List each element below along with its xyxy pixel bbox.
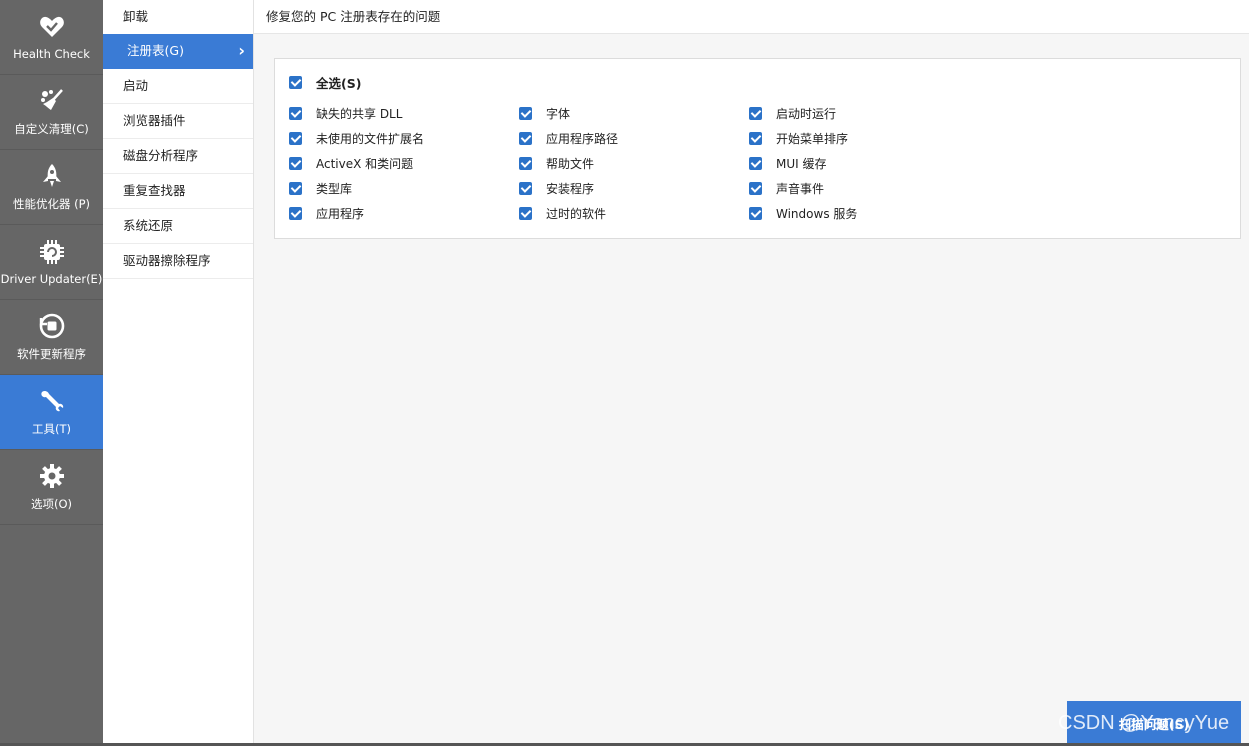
option-label: 未使用的文件扩展名 xyxy=(316,132,425,146)
main-sidebar: Health Check 自定义清理(C) 性能优化器 (P) Driver U… xyxy=(0,0,103,746)
submenu-item-label: 注册表(G) xyxy=(127,43,184,58)
nav-item-label: 性能优化器 (P) xyxy=(12,197,91,211)
select-all-checkbox[interactable]: 全选(S) xyxy=(289,73,361,92)
option-label: Windows 服务 xyxy=(776,207,858,221)
option-label: 开始菜单排序 xyxy=(776,132,849,146)
submenu-item-browser-plugins[interactable]: 浏览器插件 xyxy=(103,104,253,139)
submenu-item-registry[interactable]: 注册表(G) › xyxy=(103,34,253,69)
scan-issues-button[interactable]: 扫描问题(S) xyxy=(1067,701,1241,746)
nav-item-custom-clean[interactable]: 自定义清理(C) xyxy=(0,75,103,150)
nav-item-label: Health Check xyxy=(13,47,90,61)
option-label: 应用程序 xyxy=(316,207,365,221)
nav-item-label: 选项(O) xyxy=(30,497,73,511)
option-label: 缺失的共享 DLL xyxy=(316,107,403,121)
submenu-item-disk-analyzer[interactable]: 磁盘分析程序 xyxy=(103,139,253,174)
checkbox-checked-icon xyxy=(749,132,762,145)
checkbox-checked-icon xyxy=(289,182,302,195)
nav-item-driver-updater[interactable]: Driver Updater(E) xyxy=(0,225,103,300)
option-checkbox[interactable]: Windows 服务 xyxy=(749,205,857,222)
chip-icon xyxy=(38,238,66,266)
submenu-item-label: 卸载 xyxy=(123,9,149,24)
option-checkbox[interactable]: 应用程序 xyxy=(289,205,364,222)
option-checkbox[interactable]: 帮助文件 xyxy=(519,155,594,172)
option-checkbox[interactable]: ActiveX 和类问题 xyxy=(289,155,413,172)
nav-item-tools[interactable]: 工具(T) xyxy=(0,375,103,450)
broom-icon xyxy=(38,87,66,115)
checkbox-checked-icon xyxy=(749,107,762,120)
submenu-item-label: 重复查找器 xyxy=(123,183,186,198)
option-checkbox[interactable]: 字体 xyxy=(519,105,570,122)
submenu-item-duplicate-finder[interactable]: 重复查找器 xyxy=(103,174,253,209)
option-label: 帮助文件 xyxy=(546,157,595,171)
option-checkbox[interactable]: 过时的软件 xyxy=(519,205,606,222)
heart-icon xyxy=(38,13,66,41)
checkbox-checked-icon xyxy=(519,157,532,170)
nav-item-options[interactable]: 选项(O) xyxy=(0,450,103,525)
select-all-label: 全选(S) xyxy=(316,76,362,91)
option-checkbox[interactable]: 安装程序 xyxy=(519,180,594,197)
option-label: 安装程序 xyxy=(546,182,595,196)
option-checkbox[interactable]: 开始菜单排序 xyxy=(749,130,848,147)
nav-item-label: 软件更新程序 xyxy=(17,347,86,361)
option-checkbox[interactable]: 启动时运行 xyxy=(749,105,836,122)
chevron-right-icon: › xyxy=(238,41,245,60)
checkbox-checked-icon xyxy=(519,207,532,220)
gear-icon xyxy=(38,462,66,490)
checkbox-checked-icon xyxy=(749,182,762,195)
submenu-item-label: 磁盘分析程序 xyxy=(123,148,199,163)
checkbox-checked-icon xyxy=(289,157,302,170)
page-title: 修复您的 PC 注册表存在的问题 xyxy=(254,0,1249,34)
update-icon xyxy=(38,312,66,340)
option-checkbox[interactable]: 未使用的文件扩展名 xyxy=(289,130,424,147)
submenu-item-uninstall[interactable]: 卸载 xyxy=(103,0,253,35)
option-checkbox[interactable]: 类型库 xyxy=(289,180,352,197)
option-label: 类型库 xyxy=(316,182,353,196)
submenu-item-startup[interactable]: 启动 xyxy=(103,69,253,104)
checkbox-checked-icon xyxy=(289,76,302,89)
submenu-item-drive-wiper[interactable]: 驱动器擦除程序 xyxy=(103,244,253,279)
option-label: 过时的软件 xyxy=(546,207,607,221)
submenu-item-label: 启动 xyxy=(123,78,149,93)
nav-item-health-check[interactable]: Health Check xyxy=(0,0,103,75)
option-label: 声音事件 xyxy=(776,182,825,196)
nav-item-label: Driver Updater(E) xyxy=(0,272,103,286)
option-checkbox[interactable]: 缺失的共享 DLL xyxy=(289,105,402,122)
checkbox-checked-icon xyxy=(289,207,302,220)
option-label: 字体 xyxy=(546,107,571,121)
nav-item-label: 工具(T) xyxy=(32,422,71,436)
option-label: 启动时运行 xyxy=(776,107,837,121)
option-checkbox[interactable]: MUI 缓存 xyxy=(749,155,827,172)
option-checkbox[interactable]: 应用程序路径 xyxy=(519,130,618,147)
option-checkbox[interactable]: 声音事件 xyxy=(749,180,824,197)
option-label: MUI 缓存 xyxy=(776,157,827,171)
nav-item-software-updater[interactable]: 软件更新程序 xyxy=(0,300,103,375)
wrench-icon xyxy=(38,387,66,415)
option-label: 应用程序路径 xyxy=(546,132,619,146)
checkbox-checked-icon xyxy=(519,182,532,195)
nav-item-performance[interactable]: 性能优化器 (P) xyxy=(0,150,103,225)
checkbox-checked-icon xyxy=(289,132,302,145)
submenu-item-label: 驱动器擦除程序 xyxy=(123,253,211,268)
checkbox-checked-icon xyxy=(749,207,762,220)
rocket-icon xyxy=(38,162,66,190)
tools-submenu: 卸载 注册表(G) › 启动 浏览器插件 磁盘分析程序 重复查找器 系统还原 驱动… xyxy=(103,0,254,746)
checkbox-checked-icon xyxy=(519,132,532,145)
submenu-item-label: 系统还原 xyxy=(123,218,174,233)
submenu-item-label: 浏览器插件 xyxy=(123,113,186,128)
option-label: ActiveX 和类问题 xyxy=(316,157,414,171)
checkbox-checked-icon xyxy=(519,107,532,120)
submenu-item-system-restore[interactable]: 系统还原 xyxy=(103,209,253,244)
registry-options-panel: 全选(S) 缺失的共享 DLL 未使用的文件扩展名 ActiveX 和类问题 类… xyxy=(274,58,1241,239)
checkbox-checked-icon xyxy=(289,107,302,120)
nav-item-label: 自定义清理(C) xyxy=(14,122,89,136)
checkbox-checked-icon xyxy=(749,157,762,170)
